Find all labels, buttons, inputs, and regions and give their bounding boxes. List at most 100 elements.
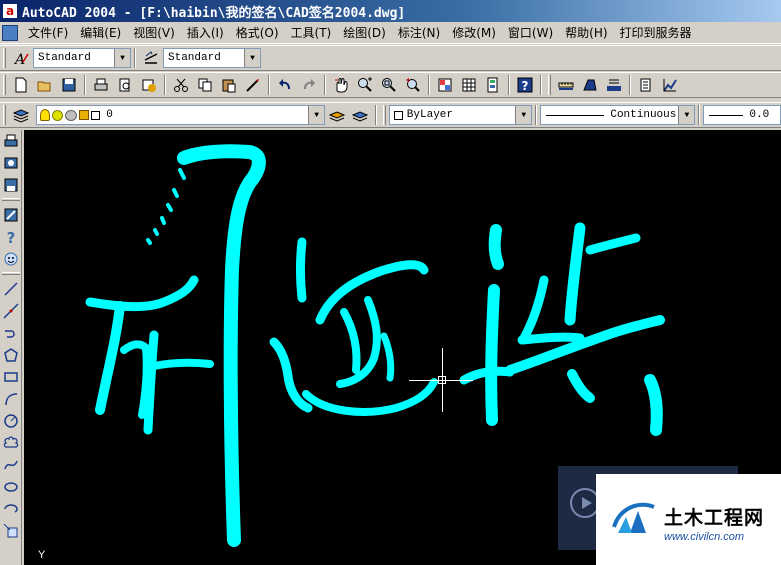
properties-icon[interactable]	[434, 74, 456, 96]
menu-dimension[interactable]: 标注(N)	[392, 24, 446, 41]
layer-select[interactable]: 0 ▼	[36, 105, 326, 125]
color-value: ByLayer	[406, 109, 454, 121]
publish-icon[interactable]	[138, 74, 160, 96]
insert-block-icon[interactable]	[0, 520, 22, 542]
menu-format[interactable]: 格式(O)	[230, 24, 285, 41]
cut-icon[interactable]	[170, 74, 192, 96]
toolbar-separator	[84, 75, 86, 95]
toolbar-grip[interactable]	[2, 272, 20, 275]
line-icon[interactable]	[0, 278, 22, 300]
toolbar-grip[interactable]	[3, 75, 6, 95]
toolbar-grip[interactable]	[2, 198, 20, 201]
locate-icon[interactable]	[659, 74, 681, 96]
help-icon[interactable]: ?	[514, 74, 536, 96]
arc-icon[interactable]	[0, 388, 22, 410]
dbconnect-icon[interactable]	[0, 204, 22, 226]
paste-icon[interactable]	[218, 74, 240, 96]
polyline-icon[interactable]	[0, 322, 22, 344]
svg-text:?: ?	[522, 79, 529, 93]
menu-window[interactable]: 窗口(W)	[502, 24, 559, 41]
toolbar-separator	[698, 105, 701, 125]
menu-bar: 文件(F) 编辑(E) 视图(V) 插入(I) 格式(O) 工具(T) 绘图(D…	[0, 22, 781, 44]
polygon-icon[interactable]	[0, 344, 22, 366]
print-preview-icon[interactable]	[114, 74, 136, 96]
area-icon[interactable]	[579, 74, 601, 96]
layers-toolbar: 0 ▼ ByLayer ▼ Continuous ▼ 0.0	[0, 102, 781, 128]
chevron-down-icon[interactable]: ▼	[515, 106, 532, 124]
sun-icon[interactable]	[52, 109, 64, 121]
dim-style-icon[interactable]	[140, 47, 162, 69]
autocad-window: a AutoCAD 2004 - [F:\haibin\我的签名\CAD签名20…	[0, 0, 781, 565]
viewport-freeze-icon[interactable]	[65, 109, 78, 121]
spline-icon[interactable]	[0, 454, 22, 476]
menu-draw[interactable]: 绘图(D)	[337, 24, 392, 41]
app-icon[interactable]: a	[2, 3, 18, 19]
pan-icon[interactable]	[330, 74, 352, 96]
design-center-icon[interactable]	[458, 74, 480, 96]
smiley-icon[interactable]	[0, 248, 22, 270]
chevron-down-icon[interactable]: ▼	[244, 49, 260, 67]
save-icon[interactable]	[0, 174, 22, 196]
menu-edit[interactable]: 编辑(E)	[74, 24, 127, 41]
publish-icon[interactable]	[0, 152, 22, 174]
toolbar-separator	[268, 75, 270, 95]
lightbulb-icon[interactable]	[40, 109, 51, 121]
linetype-value: Continuous	[610, 109, 677, 121]
zoom-window-icon[interactable]	[378, 74, 400, 96]
text-style-icon[interactable]: A	[10, 47, 32, 69]
tool-palettes-icon[interactable]	[482, 74, 504, 96]
construction-line-icon[interactable]	[0, 300, 22, 322]
redo-icon[interactable]	[298, 74, 320, 96]
menu-tools[interactable]: 工具(T)	[285, 24, 338, 41]
revision-cloud-icon[interactable]	[0, 432, 22, 454]
undo-icon[interactable]	[274, 74, 296, 96]
list-icon[interactable]	[603, 74, 625, 96]
color-control-select[interactable]: ByLayer ▼	[388, 105, 533, 125]
text-style-select[interactable]: Standard ▼	[33, 48, 131, 68]
menu-modify[interactable]: 修改(M)	[446, 24, 502, 41]
menu-help[interactable]: 帮助(H)	[559, 24, 613, 41]
make-object-layer-current-icon[interactable]	[326, 104, 347, 126]
linetype-control-select[interactable]: Continuous ▼	[540, 105, 696, 125]
print-icon[interactable]	[0, 130, 22, 152]
circle-icon[interactable]	[0, 410, 22, 432]
dim-style-select[interactable]: Standard ▼	[163, 48, 261, 68]
toolbar-grip[interactable]	[3, 48, 6, 68]
menu-insert[interactable]: 插入(I)	[181, 24, 230, 41]
toolbar-grip[interactable]	[382, 105, 386, 125]
toolbar-separator	[134, 48, 136, 68]
rectangle-icon[interactable]	[0, 366, 22, 388]
toolbar-separator	[508, 75, 510, 95]
linetype-preview	[546, 114, 605, 116]
watermark-brand: 土木工程网	[664, 507, 765, 529]
dist-icon[interactable]	[555, 74, 577, 96]
menu-file[interactable]: 文件(F)	[22, 24, 74, 41]
chevron-down-icon[interactable]: ▼	[308, 106, 325, 124]
document-icon[interactable]	[2, 24, 18, 41]
id-icon[interactable]	[635, 74, 657, 96]
ellipse-icon[interactable]	[0, 476, 22, 498]
match-properties-icon[interactable]	[242, 74, 264, 96]
layer-manager-icon[interactable]	[10, 104, 31, 126]
color-swatch	[91, 110, 101, 120]
chevron-down-icon[interactable]: ▼	[678, 106, 695, 124]
layer-previous-icon[interactable]	[350, 104, 371, 126]
new-icon[interactable]	[10, 74, 32, 96]
menu-view[interactable]: 视图(V)	[127, 24, 181, 41]
zoom-previous-icon[interactable]	[402, 74, 424, 96]
zoom-realtime-icon[interactable]	[354, 74, 376, 96]
title-bar[interactable]: a AutoCAD 2004 - [F:\haibin\我的签名\CAD签名20…	[0, 0, 781, 22]
layer-state-icons	[37, 109, 101, 121]
ellipse-arc-icon[interactable]	[0, 498, 22, 520]
lock-icon[interactable]	[79, 110, 90, 120]
toolbar-grip[interactable]	[3, 105, 6, 125]
toolbar-grip[interactable]	[548, 75, 551, 95]
save-icon[interactable]	[58, 74, 80, 96]
print-icon[interactable]	[90, 74, 112, 96]
help-icon[interactable]: ?	[0, 226, 22, 248]
menu-print-server[interactable]: 打印到服务器	[614, 24, 698, 41]
lineweight-control-select[interactable]: 0.0	[703, 105, 781, 125]
open-icon[interactable]	[34, 74, 56, 96]
copy-icon[interactable]	[194, 74, 216, 96]
chevron-down-icon[interactable]: ▼	[114, 49, 130, 67]
